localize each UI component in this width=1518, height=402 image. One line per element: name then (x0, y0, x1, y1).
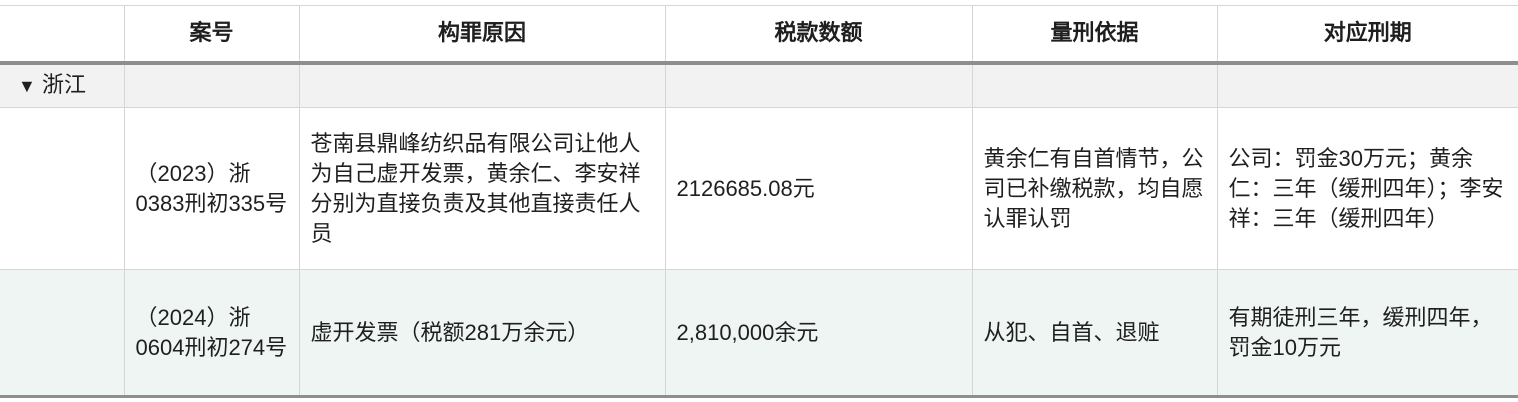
group-cell (124, 62, 300, 108)
group-cell (972, 62, 1218, 108)
group-label: 浙江 (42, 72, 87, 98)
case-no-cell: （2024）浙0604刑初274号 (124, 269, 300, 398)
column-header-amount[interactable]: 税款数额 (665, 5, 973, 65)
header-row: 案号 构罪原因 税款数额 量刑依据 对应刑期 (0, 5, 1518, 65)
group-cell (299, 62, 666, 108)
column-header-group[interactable] (0, 5, 125, 65)
group-spacer-cell (0, 107, 125, 270)
table-row[interactable]: （2023）浙0383刑初335号 苍南县鼎峰纺织品有限公司让他人为自己虚开发票… (0, 107, 1518, 270)
case-no-cell: （2023）浙0383刑初335号 (124, 107, 300, 270)
group-spacer-cell (0, 269, 125, 398)
case-table: 案号 构罪原因 税款数额 量刑依据 对应刑期 ▼ 浙江 （2023）浙0383刑初… (0, 5, 1518, 398)
sentence-cell: 有期徒刑三年，缓刑四年，罚金10万元 (1217, 269, 1518, 398)
reason-cell: 苍南县鼎峰纺织品有限公司让他人为自己虚开发票，黄余仁、李安祥分别为直接负责及其他… (299, 107, 666, 270)
reason-cell: 虚开发票（税额281万余元） (299, 269, 666, 398)
group-cell (1217, 62, 1518, 108)
group-cell (665, 62, 973, 108)
basis-cell: 黄余仁有自首情节，公司已补缴税款，均自愿认罪认罚 (972, 107, 1218, 270)
column-header-case-no[interactable]: 案号 (124, 5, 300, 65)
basis-cell: 从犯、自首、退赃 (972, 269, 1218, 398)
column-header-basis[interactable]: 量刑依据 (972, 5, 1218, 65)
table-row[interactable]: （2024）浙0604刑初274号 虚开发票（税额281万余元） 2,810,0… (0, 269, 1518, 398)
sentence-cell: 公司：罚金30万元；黄余仁：三年（缓刑四年）；李安祥：三年（缓刑四年） (1217, 107, 1518, 270)
column-header-sentence[interactable]: 对应刑期 (1217, 5, 1518, 65)
group-row[interactable]: ▼ 浙江 (0, 62, 1518, 108)
column-header-reason[interactable]: 构罪原因 (299, 5, 666, 65)
amount-cell: 2,810,000余元 (665, 269, 973, 398)
amount-cell: 2126685.08元 (665, 107, 973, 270)
group-header[interactable]: ▼ 浙江 (0, 62, 125, 108)
collapse-toggle-icon[interactable]: ▼ (18, 71, 42, 101)
